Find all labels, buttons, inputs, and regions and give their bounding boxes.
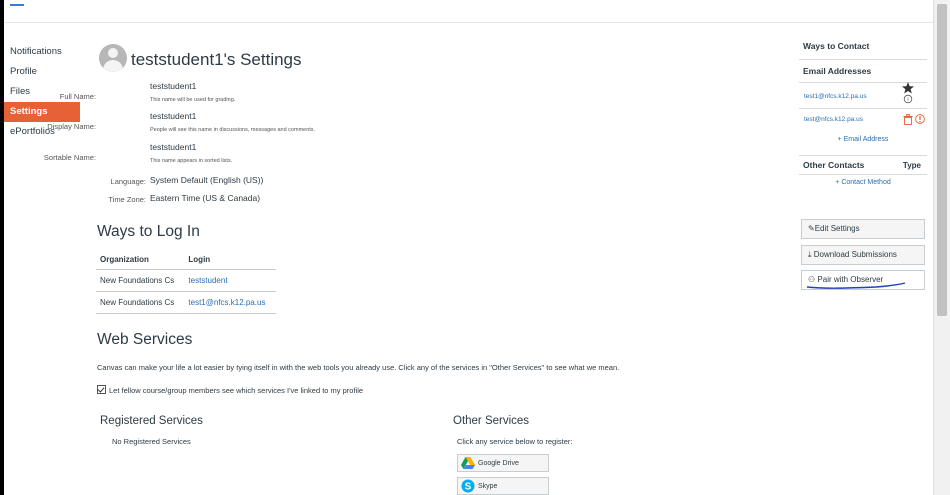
logins-table: Organization Login New Foundations Cs te… [96,250,276,314]
edit-settings-label: Edit Settings [814,224,860,233]
display-name-label: Display Name: [47,122,96,131]
trash-icon[interactable] [903,114,913,125]
settings-page: Notifications Profile Files Settings ePo… [4,0,933,495]
registered-services-heading: Registered Services [100,415,203,427]
divider [799,108,927,109]
add-email-address-link[interactable]: + Email Address [799,136,927,143]
registered-services-empty: No Registered Services [112,437,191,446]
share-services-checkbox-row[interactable]: Let fellow course/group members see whic… [97,385,363,395]
nav-item-settings[interactable]: Settings [4,102,80,122]
sortable-name-hint: This name appears in sorted lists. [150,158,233,164]
google-drive-label: Google Drive [478,459,519,467]
time-zone-value: Eastern Time (US & Canada) [150,193,261,203]
column-header-login: Login [184,250,276,270]
table-header-row: Organization Login [96,250,276,270]
svg-text:S: S [465,482,472,493]
other-services-instructions: Click any service below to register: [457,437,573,446]
contact-type-heading: Type [902,161,921,170]
avatar-head-shape [108,48,118,58]
avatar[interactable] [99,44,127,72]
email-addresses-heading: Email Addresses [803,66,872,76]
ways-to-log-in-heading: Ways to Log In [97,223,200,240]
download-submissions-label: Download Submissions [813,250,897,259]
full-name-label: Full Name: [59,92,96,101]
sortable-name-value: teststudent1 [150,142,197,152]
ways-to-contact-heading: Ways to Contact [803,41,870,51]
skype-icon: S [461,479,475,493]
divider [799,59,927,60]
warning-icon [915,114,925,124]
svg-text:i: i [907,97,908,103]
google-drive-icon [461,457,475,469]
login-organization: New Foundations Cs [96,269,185,292]
language-value: System Default (English (US)) [150,175,264,185]
table-row: New Foundations Cs test1@nfcs.k12.pa.us [96,291,276,314]
avatar-body-shape [103,60,123,72]
share-services-checkbox[interactable] [97,385,106,394]
add-contact-method-label: Contact Method [841,179,891,186]
download-submissions-button[interactable]: ⤓ Download Submissions [801,245,925,265]
page-title: teststudent1's Settings [131,50,302,69]
email-address-2[interactable]: test@nfcs.k12.pa.us [804,116,863,123]
default-email-star-icon[interactable]: i [902,82,914,104]
column-header-organization: Organization [96,250,185,270]
time-zone-label: Time Zone: [108,195,146,204]
divider [799,155,927,156]
add-contact-method-link[interactable]: + Contact Method [799,179,927,186]
other-services-heading: Other Services [453,415,530,427]
divider [799,174,927,175]
display-name-value: teststudent1 [150,111,197,121]
web-services-description: Canvas can make your life a lot easier b… [97,363,620,372]
nav-item-profile[interactable]: Profile [4,62,84,82]
scrollbar-thumb[interactable] [937,4,947,316]
login-organization: New Foundations Cs [96,291,185,314]
language-label: Language: [110,177,146,186]
skype-service-button[interactable]: S Skype [457,477,549,495]
login-link[interactable]: teststudent [184,269,276,292]
top-bar-fragment [10,4,24,6]
nav-item-notifications[interactable]: Notifications [4,42,84,62]
header-divider [4,22,933,23]
other-contacts-heading: Other Contacts [803,160,865,170]
email-address-1[interactable]: test1@nfcs.k12.pa.us [804,93,867,100]
google-drive-service-button[interactable]: Google Drive [457,454,549,472]
sortable-name-label: Sortable Name: [43,153,96,162]
full-name-hint: This name will be used for grading. [150,97,236,103]
edit-settings-button[interactable]: ✎Edit Settings [801,219,925,239]
display-name-hint: People will see this name in discussions… [150,127,316,133]
web-services-heading: Web Services [97,331,193,348]
pencil-icon: ✎ [808,224,815,233]
add-email-label: Email Address [843,136,889,143]
table-row: New Foundations Cs teststudent [96,269,276,292]
skype-label: Skype [478,482,498,490]
page-scrollbar[interactable] [933,0,950,495]
login-link[interactable]: test1@nfcs.k12.pa.us [184,291,276,314]
full-name-value: teststudent1 [150,81,197,91]
share-services-label: Let fellow course/group members see whic… [109,386,364,395]
hand-drawn-underline-annotation [806,282,906,289]
